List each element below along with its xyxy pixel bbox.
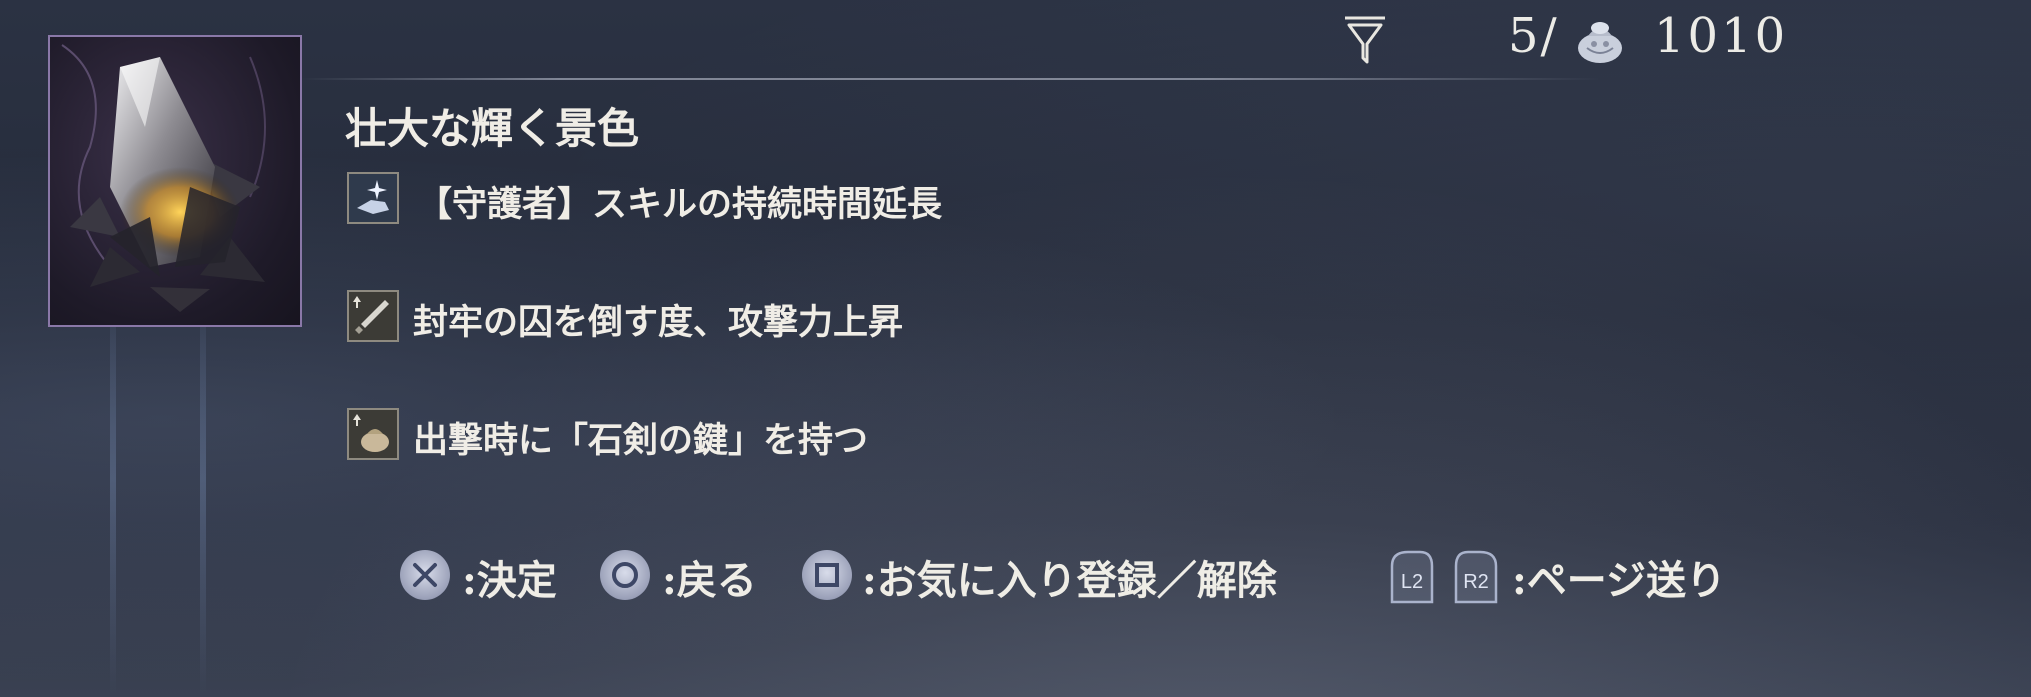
cross-button-icon[interactable] xyxy=(400,550,450,600)
filter-funnel-icon[interactable] xyxy=(1343,16,1387,66)
confirm-label: :決定 xyxy=(462,557,557,604)
skill-hand-icon xyxy=(347,172,399,224)
coin-pouch-icon xyxy=(1578,22,1622,63)
button-prompts: :決定 :戻る :お気に入り登録／解除 L2 R2 :ページ送り xyxy=(400,546,1800,606)
square-button-icon[interactable] xyxy=(802,550,852,600)
effect-text: 出撃時に「石剣の鍵」を持つ xyxy=(413,420,869,461)
effect-text: 封牢の囚を倒す度、攻撃力上昇 xyxy=(413,302,904,343)
crystal-relic-image xyxy=(61,44,266,312)
relic-name: 壮大な輝く景色 xyxy=(345,104,640,153)
currency-amount: 1010 xyxy=(1654,8,1789,64)
back-label: :戻る xyxy=(662,557,757,604)
favorite-label: :お気に入り登録／解除 xyxy=(862,557,1277,604)
relic-image-frame xyxy=(48,35,302,327)
header-divider xyxy=(300,78,1600,80)
circle-button-icon[interactable] xyxy=(600,550,650,600)
page-label: :ページ送り xyxy=(1512,557,1726,604)
relic-count: 5/ xyxy=(1508,8,1559,64)
r2-button-icon[interactable]: R2 xyxy=(1450,548,1502,604)
l2-button-icon[interactable]: L2 xyxy=(1386,548,1438,604)
svg-text:L2: L2 xyxy=(1401,571,1423,593)
pouch-up-icon xyxy=(347,408,399,460)
effect-text: 【守護者】スキルの持続時間延長 xyxy=(417,184,943,225)
svg-text:R2: R2 xyxy=(1463,571,1489,593)
sword-up-icon xyxy=(347,290,399,342)
